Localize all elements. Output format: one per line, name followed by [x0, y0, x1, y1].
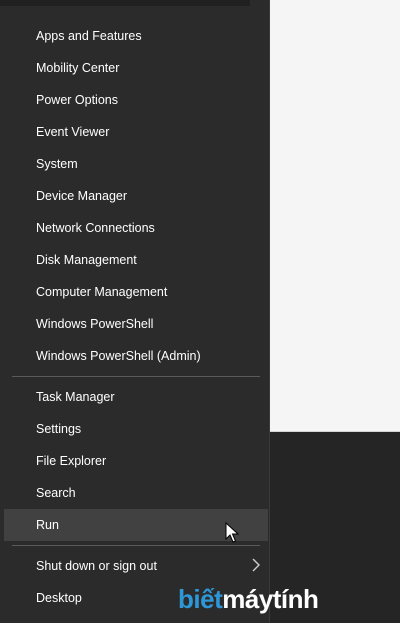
menu-item-windows-powershell-admin[interactable]: Windows PowerShell (Admin): [4, 340, 268, 372]
menu-item-task-manager[interactable]: Task Manager: [4, 381, 268, 413]
menu-item-search[interactable]: Search: [4, 477, 268, 509]
mouse-cursor-icon: [225, 522, 239, 543]
menu-item-system[interactable]: System: [4, 148, 268, 180]
menu-separator: [12, 545, 260, 546]
menu-item-file-explorer[interactable]: File Explorer: [4, 445, 268, 477]
menu-item-mobility-center[interactable]: Mobility Center: [4, 52, 268, 84]
watermark-part-1: biết: [178, 584, 223, 614]
menu-separator: [12, 376, 260, 377]
menu-item-apps-and-features[interactable]: Apps and Features: [4, 20, 268, 52]
menu-item-computer-management[interactable]: Computer Management: [4, 276, 268, 308]
menu-item-event-viewer[interactable]: Event Viewer: [4, 116, 268, 148]
menu-item-power-options[interactable]: Power Options: [4, 84, 268, 116]
menu-item-windows-powershell[interactable]: Windows PowerShell: [4, 308, 268, 340]
background-window: [270, 0, 400, 432]
menu-item-device-manager[interactable]: Device Manager: [4, 180, 268, 212]
watermark-logo: biếtmáytính: [178, 582, 319, 616]
menu-top-edge: [0, 0, 250, 6]
watermark-part-2: máytính: [222, 584, 319, 614]
menu-item-shut-down-or-sign-out[interactable]: Shut down or sign out: [4, 550, 268, 582]
menu-item-network-connections[interactable]: Network Connections: [4, 212, 268, 244]
menu-item-settings[interactable]: Settings: [4, 413, 268, 445]
chevron-right-icon: [252, 558, 260, 572]
menu-item-disk-management[interactable]: Disk Management: [4, 244, 268, 276]
